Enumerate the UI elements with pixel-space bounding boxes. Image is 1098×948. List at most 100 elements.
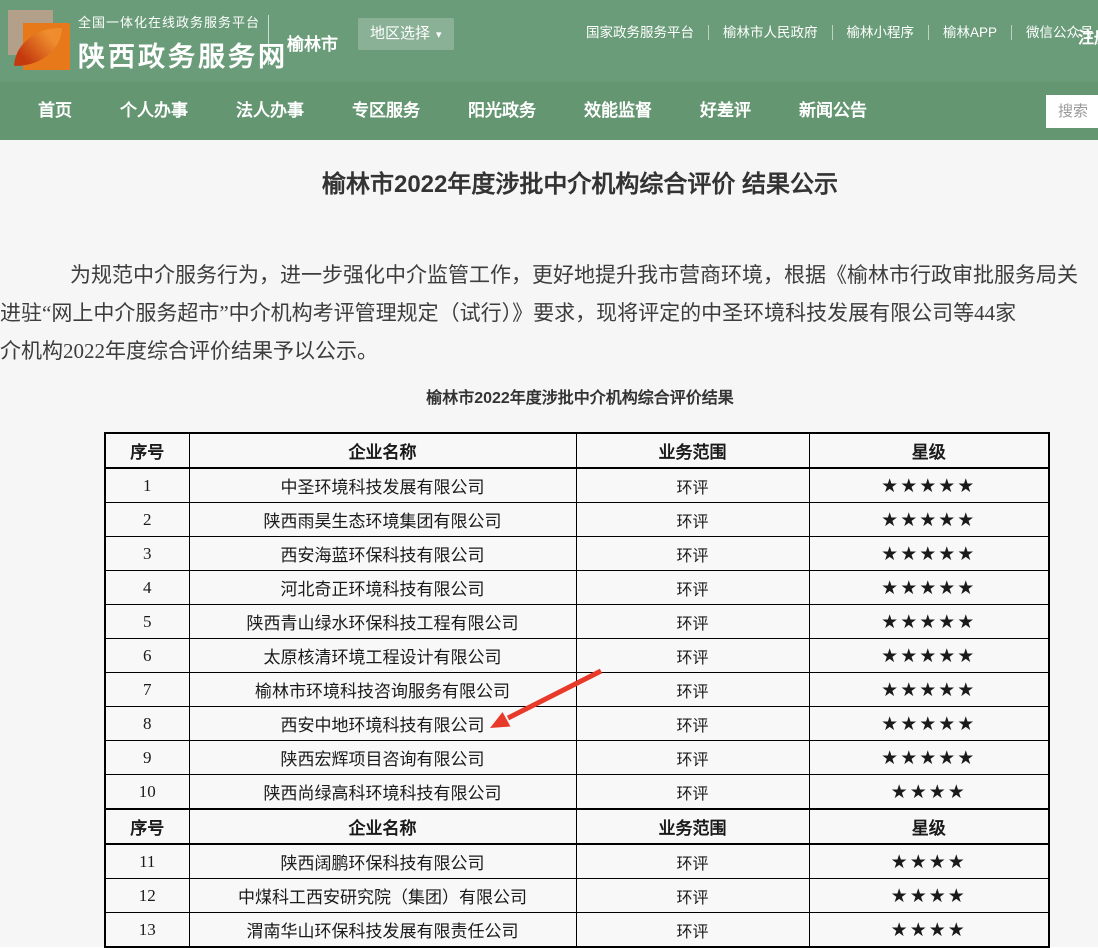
current-city-label: 榆林市 xyxy=(287,30,338,55)
nav-item-home[interactable]: 首页 xyxy=(38,82,72,140)
table-row: 1中圣环境科技发展有限公司环评★★★★★ xyxy=(105,468,1049,503)
cell-serial-number: 10 xyxy=(105,775,189,810)
evaluation-table-body: 序号企业名称业务范围星级1中圣环境科技发展有限公司环评★★★★★2陕西雨昊生态环… xyxy=(105,433,1049,947)
column-header: 星级 xyxy=(809,809,1049,844)
column-header: 企业名称 xyxy=(189,809,576,844)
cell-company-name: 西安海蓝环保科技有限公司 xyxy=(189,537,576,571)
nav-item-news[interactable]: 新闻公告 xyxy=(799,82,867,140)
notice-document: 榆林市2022年度涉批中介机构综合评价 结果公示 为规范中介服务行为，进一步强化… xyxy=(0,168,1098,948)
cell-company-name: 陕西宏辉项目咨询有限公司 xyxy=(189,741,576,775)
table-caption: 榆林市2022年度涉批中介机构综合评价结果 xyxy=(0,388,1098,410)
table-row: 10陕西尚绿高科环境科技有限公司环评★★★★ xyxy=(105,775,1049,810)
cell-business-scope: 环评 xyxy=(576,673,809,707)
cell-star-rating: ★★★★ xyxy=(809,913,1049,948)
nav-item-zone-services[interactable]: 专区服务 xyxy=(352,82,420,140)
header-links: 国家政务服务平台榆林市人民政府榆林小程序榆林APP微信公众号 xyxy=(572,25,1098,40)
column-header: 序号 xyxy=(105,433,189,468)
cell-business-scope: 环评 xyxy=(576,468,809,503)
cell-business-scope: 环评 xyxy=(576,879,809,913)
region-select-button[interactable]: 地区选择▾ xyxy=(358,18,454,50)
cell-business-scope: 环评 xyxy=(576,707,809,741)
cell-star-rating: ★★★★★ xyxy=(809,707,1049,741)
evaluation-results-table: 序号企业名称业务范围星级1中圣环境科技发展有限公司环评★★★★★2陕西雨昊生态环… xyxy=(104,432,1050,948)
cell-serial-number: 4 xyxy=(105,571,189,605)
cell-company-name: 西安中地环境科技有限公司 xyxy=(189,707,576,741)
table-row: 13渭南华山环保科技发展有限责任公司环评★★★★ xyxy=(105,913,1049,948)
cell-serial-number: 9 xyxy=(105,741,189,775)
site-logo-icon[interactable] xyxy=(8,10,70,72)
cell-business-scope: 环评 xyxy=(576,639,809,673)
table-row: 6太原核清环境工程设计有限公司环评★★★★★ xyxy=(105,639,1049,673)
search-input[interactable] xyxy=(1046,95,1098,128)
cell-star-rating: ★★★★★ xyxy=(809,537,1049,571)
site-title: 陕西政务服务网 xyxy=(78,35,288,74)
brand-platform-label: 全国一体化在线政务服务平台 xyxy=(78,12,288,31)
cell-serial-number: 1 xyxy=(105,468,189,503)
cell-company-name: 中圣环境科技发展有限公司 xyxy=(189,468,576,503)
link-yulin-gov[interactable]: 榆林市人民政府 xyxy=(708,25,832,40)
cell-serial-number: 2 xyxy=(105,503,189,537)
cell-company-name: 陕西阔鹏环保科技有限公司 xyxy=(189,844,576,879)
cell-company-name: 渭南华山环保科技发展有限责任公司 xyxy=(189,913,576,948)
cell-star-rating: ★★★★★ xyxy=(809,468,1049,503)
nav-item-open-government[interactable]: 阳光政务 xyxy=(468,82,536,140)
link-yulin-app[interactable]: 榆林APP xyxy=(928,25,1011,40)
table-row: 5陕西青山绿水环保科技工程有限公司环评★★★★★ xyxy=(105,605,1049,639)
cell-company-name: 太原核清环境工程设计有限公司 xyxy=(189,639,576,673)
nav-item-personal-services[interactable]: 个人办事 xyxy=(120,82,188,140)
cell-star-rating: ★★★★ xyxy=(809,775,1049,810)
cell-serial-number: 7 xyxy=(105,673,189,707)
register-link[interactable]: 注册 xyxy=(1078,24,1098,48)
table-header-row: 序号企业名称业务范围星级 xyxy=(105,433,1049,468)
cell-serial-number: 12 xyxy=(105,879,189,913)
table-row: 3西安海蓝环保科技有限公司环评★★★★★ xyxy=(105,537,1049,571)
column-header: 业务范围 xyxy=(576,809,809,844)
cell-business-scope: 环评 xyxy=(576,571,809,605)
brand-block: 全国一体化在线政务服务平台 陕西政务服务网 xyxy=(78,12,288,74)
table-row: 12中煤科工西安研究院（集团）有限公司环评★★★★ xyxy=(105,879,1049,913)
column-header: 序号 xyxy=(105,809,189,844)
cell-company-name: 陕西青山绿水环保科技工程有限公司 xyxy=(189,605,576,639)
cell-star-rating: ★★★★★ xyxy=(809,605,1049,639)
cell-serial-number: 13 xyxy=(105,913,189,948)
cell-star-rating: ★★★★★ xyxy=(809,639,1049,673)
cell-business-scope: 环评 xyxy=(576,537,809,571)
table-header-row: 序号企业名称业务范围星级 xyxy=(105,809,1049,844)
cell-star-rating: ★★★★★ xyxy=(809,503,1049,537)
cell-business-scope: 环评 xyxy=(576,913,809,948)
cell-star-rating: ★★★★ xyxy=(809,844,1049,879)
table-row: 9陕西宏辉项目咨询有限公司环评★★★★★ xyxy=(105,741,1049,775)
table-row: 11陕西阔鹏环保科技有限公司环评★★★★ xyxy=(105,844,1049,879)
page-content: 榆林市2022年度涉批中介机构综合评价 结果公示 为规范中介服务行为，进一步强化… xyxy=(0,140,1098,947)
paragraph-line: 为规范中介服务行为，进一步强化中介监管工作，更好地提升我市营商环境，根据《榆林市… xyxy=(0,256,1098,294)
column-header: 业务范围 xyxy=(576,433,809,468)
chevron-down-icon: ▾ xyxy=(436,29,442,41)
link-yulin-miniprogram[interactable]: 榆林小程序 xyxy=(832,25,929,40)
notice-paragraph: 为规范中介服务行为，进一步强化中介监管工作，更好地提升我市营商环境，根据《榆林市… xyxy=(0,256,1098,370)
nav-item-legal-person-services[interactable]: 法人办事 xyxy=(236,82,304,140)
cell-business-scope: 环评 xyxy=(576,844,809,879)
cell-serial-number: 11 xyxy=(105,844,189,879)
cell-serial-number: 8 xyxy=(105,707,189,741)
cell-business-scope: 环评 xyxy=(576,775,809,810)
top-header-bar: 全国一体化在线政务服务平台 陕西政务服务网 榆林市 地区选择▾ 国家政务服务平台… xyxy=(0,0,1098,82)
cell-company-name: 河北奇正环境科技有限公司 xyxy=(189,571,576,605)
cell-serial-number: 5 xyxy=(105,605,189,639)
link-national-platform[interactable]: 国家政务服务平台 xyxy=(572,25,708,40)
nav-item-service-rating[interactable]: 好差评 xyxy=(700,82,751,140)
cell-company-name: 陕西雨昊生态环境集团有限公司 xyxy=(189,503,576,537)
cell-company-name: 陕西尚绿高科环境科技有限公司 xyxy=(189,775,576,810)
cell-business-scope: 环评 xyxy=(576,503,809,537)
brand-divider xyxy=(268,15,269,65)
main-nav-bar: 首页个人办事法人办事专区服务阳光政务效能监督好差评新闻公告 xyxy=(0,82,1098,140)
table-row: 7榆林市环境科技咨询服务有限公司环评★★★★★ xyxy=(105,673,1049,707)
table-row: 2陕西雨昊生态环境集团有限公司环评★★★★★ xyxy=(105,503,1049,537)
cell-serial-number: 6 xyxy=(105,639,189,673)
nav-item-efficiency-supervision[interactable]: 效能监督 xyxy=(584,82,652,140)
cell-star-rating: ★★★★★ xyxy=(809,741,1049,775)
cell-serial-number: 3 xyxy=(105,537,189,571)
cell-business-scope: 环评 xyxy=(576,741,809,775)
cell-company-name: 榆林市环境科技咨询服务有限公司 xyxy=(189,673,576,707)
cell-star-rating: ★★★★★ xyxy=(809,571,1049,605)
column-header: 企业名称 xyxy=(189,433,576,468)
